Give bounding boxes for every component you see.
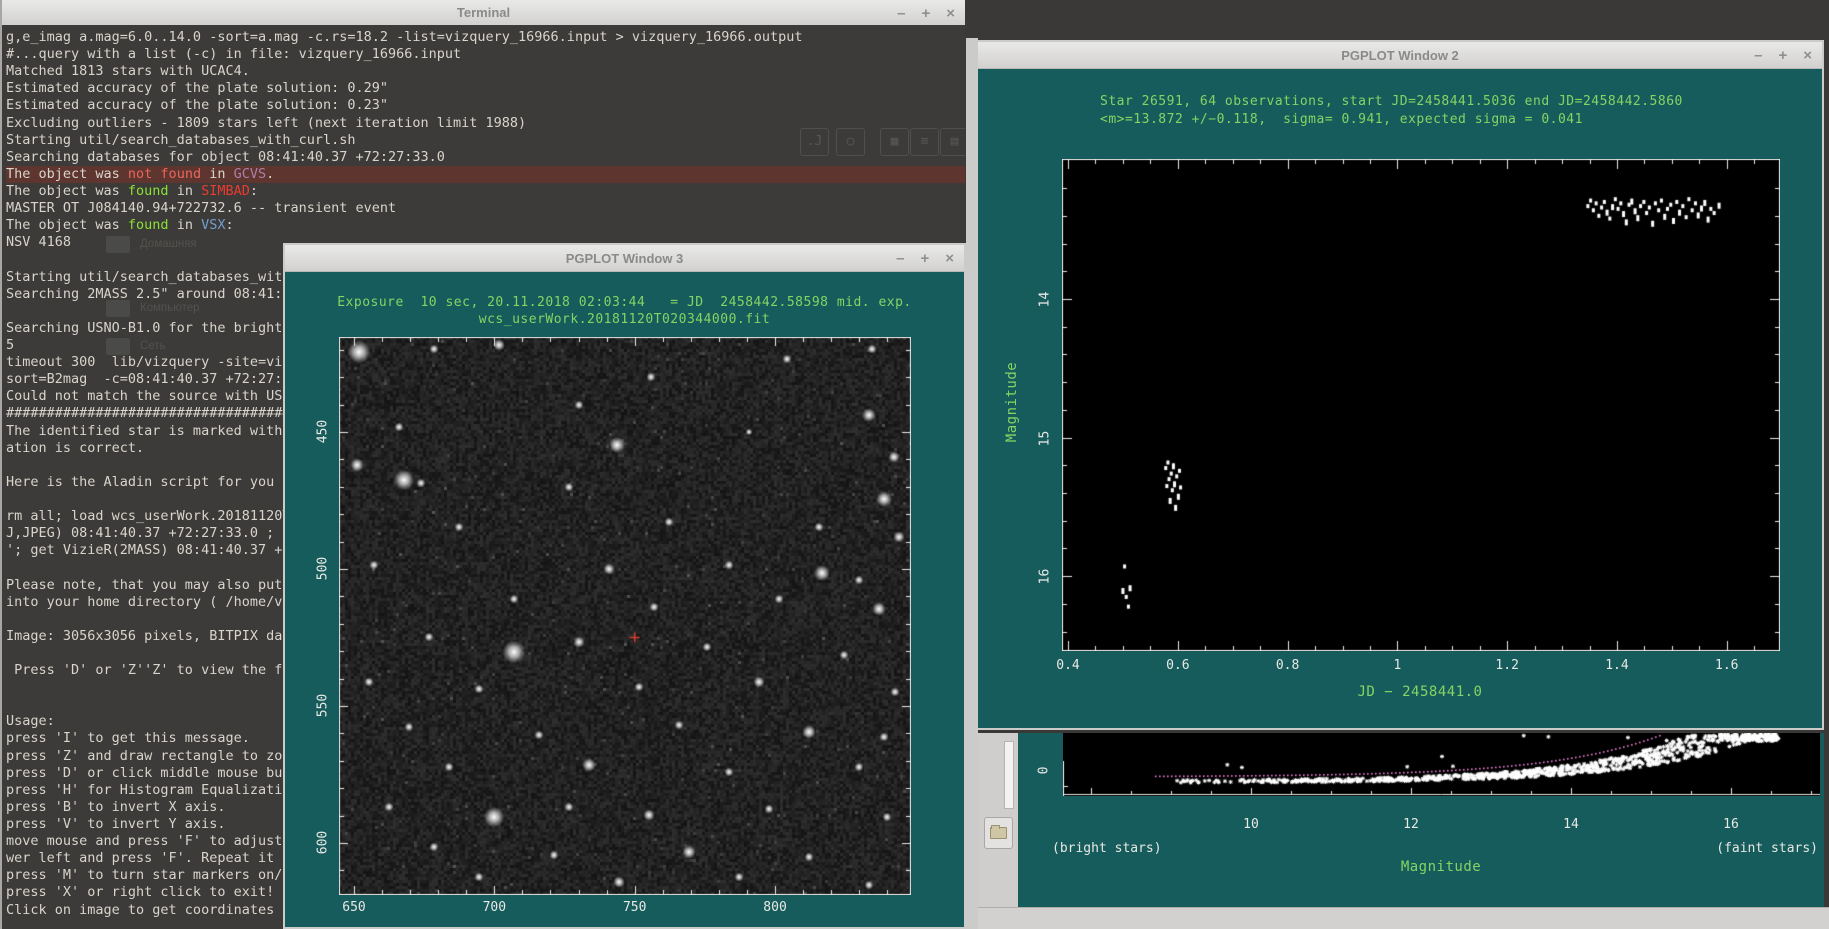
minimize-button[interactable]: – — [897, 6, 905, 21]
terminal-title: Terminal — [457, 5, 510, 20]
sigma-xaxis-label: Magnitude — [1341, 859, 1541, 875]
pgplot2-titlebar[interactable]: PGPLOT Window 2 – + × — [978, 42, 1822, 69]
lightcurve-xaxis-label: JD − 2458441.0 — [1320, 684, 1520, 700]
terminal-line: g,e_imag a.mag=6.0..14.0 -sort=a.mag -c.… — [6, 29, 965, 46]
minimize-button[interactable]: – — [1754, 48, 1762, 63]
lightcurve-x-tick-label: 1.2 — [1482, 658, 1532, 673]
pgplot3-title: PGPLOT Window 3 — [566, 251, 684, 266]
scrollbar[interactable] — [1004, 741, 1014, 809]
maximize-button[interactable]: + — [1778, 48, 1787, 63]
maximize-button[interactable]: + — [921, 6, 930, 21]
starfield-y-tick-label: 600 — [316, 827, 331, 859]
starfield-x-tick-label: 750 — [605, 900, 665, 915]
terminal-titlebar[interactable]: Terminal – + × — [2, 0, 965, 26]
starfield-y-tick-label: 450 — [316, 416, 331, 448]
lightcurve-header-line1: Star 26591, 64 observations, start JD=24… — [1100, 94, 1683, 109]
exposure-header-line2: wcs_userWork.20181120T020344000.fit — [285, 312, 964, 327]
terminal-line: Estimated accuracy of the plate solution… — [6, 97, 965, 114]
terminal-line: #...query with a list (-c) in file: vizq… — [6, 46, 965, 63]
lightcurve-x-tick-label: 1 — [1372, 658, 1422, 673]
terminal-line: Matched 1813 stars with UCAC4. — [6, 63, 965, 80]
close-button[interactable]: × — [946, 6, 955, 21]
sigma-x-tick-label: 12 — [1391, 817, 1431, 832]
minimize-button[interactable]: – — [896, 251, 904, 266]
starfield-x-tick-label: 650 — [324, 900, 384, 915]
desktop: Terminal – + × ДомашняяКомпьютерСеть.J○▦… — [0, 0, 1829, 929]
lightcurve-plot[interactable] — [1062, 159, 1780, 651]
background-window-edge — [978, 907, 1829, 929]
starfield-x-tick-label: 700 — [464, 900, 524, 915]
terminal-line: Searching databases for object 08:41:40.… — [6, 149, 965, 166]
faint-stars-annotation: (faint stars) — [1716, 841, 1818, 856]
lightcurve-x-tick-label: 0.6 — [1153, 658, 1203, 673]
exposure-header-line1: Exposure 10 sec, 20.11.2018 02:03:44 = J… — [285, 295, 964, 310]
lightcurve-y-tick-label: 14 — [1038, 284, 1053, 314]
sigma-zero-tick-label: 0 — [1037, 763, 1052, 779]
terminal-line: The object was found in SIMBAD: — [6, 183, 965, 200]
pgplot-window-3[interactable]: PGPLOT Window 3 – + × Exposure 10 sec, 2… — [283, 243, 966, 929]
sigma-x-tick-label: 14 — [1551, 817, 1591, 832]
close-button[interactable]: × — [945, 251, 954, 266]
pgplot-sigma-window[interactable]: 0 10121416 (bright stars) (faint stars) … — [1018, 733, 1824, 907]
maximize-button[interactable]: + — [920, 251, 929, 266]
lightcurve-y-tick-label: 16 — [1038, 562, 1053, 592]
terminal-line: Excluding outliers - 1809 stars left (ne… — [6, 115, 965, 132]
folder-icon — [990, 827, 1007, 839]
lightcurve-x-tick-label: 1.6 — [1702, 658, 1752, 673]
terminal-line: The object was found in VSX: — [6, 217, 965, 234]
terminal-line: Estimated accuracy of the plate solution… — [6, 80, 965, 97]
starfield-y-tick-label: 550 — [316, 690, 331, 722]
terminal-line: MASTER OT J084140.94+722732.6 -- transie… — [6, 200, 965, 217]
starfield-x-tick-label: 800 — [745, 900, 805, 915]
lightcurve-y-tick-label: 15 — [1038, 423, 1053, 453]
starfield-y-tick-label: 500 — [316, 553, 331, 585]
file-manager-button[interactable] — [984, 817, 1013, 849]
star-field-image[interactable] — [339, 337, 911, 895]
lightcurve-x-tick-label: 1.4 — [1592, 658, 1642, 673]
lightcurve-x-tick-label: 0.8 — [1263, 658, 1313, 673]
sigma-x-tick-label: 10 — [1231, 817, 1271, 832]
sigma-x-tick-label: 16 — [1711, 817, 1751, 832]
terminal-line: Starting util/search_databases_with_curl… — [6, 132, 965, 149]
lightcurve-header-line2: <m>=13.872 +/−0.118, sigma= 0.941, expec… — [1100, 112, 1583, 127]
bright-stars-annotation: (bright stars) — [1052, 841, 1162, 856]
pgplot2-title: PGPLOT Window 2 — [1341, 48, 1459, 63]
pgplot-window-2[interactable]: PGPLOT Window 2 – + × Star 26591, 64 obs… — [966, 40, 1824, 730]
close-button[interactable]: × — [1803, 48, 1812, 63]
sigma-vs-magnitude-plot[interactable] — [1063, 733, 1820, 796]
lightcurve-yaxis-label: Magnitude — [1004, 342, 1020, 462]
background-window-fragment — [978, 733, 1018, 907]
lightcurve-x-tick-label: 0.4 — [1043, 658, 1093, 673]
terminal-line: The object was not found in GCVS. — [6, 166, 965, 183]
pgplot3-titlebar[interactable]: PGPLOT Window 3 – + × — [285, 245, 964, 272]
